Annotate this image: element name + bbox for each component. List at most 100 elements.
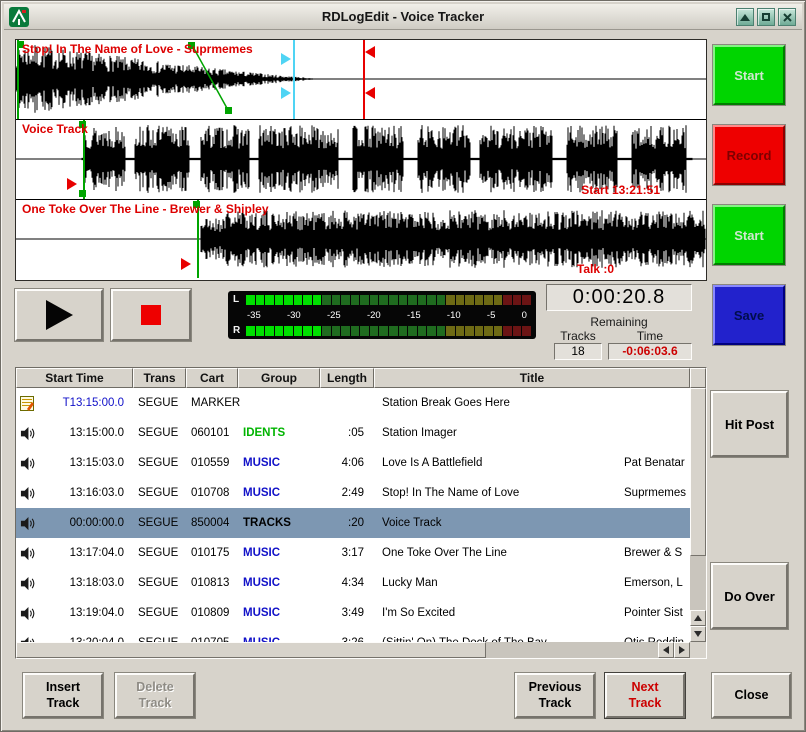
col-header-length[interactable]: Length — [320, 368, 374, 388]
cell-cart: MARKER — [186, 397, 238, 409]
cell-group: TRACKS — [238, 517, 320, 529]
segue-marker-icon[interactable] — [281, 53, 291, 65]
start-track1-button[interactable]: Start — [713, 45, 785, 105]
log-table-body: T13:15:00.0 SEGUE MARKER Station Break Goes… — [16, 388, 690, 642]
track-title: Voice Track — [22, 122, 88, 136]
vertical-scrollbar[interactable] — [690, 388, 706, 642]
speaker-icon — [19, 575, 35, 591]
next-track-button[interactable]: Next Track — [605, 673, 685, 718]
insert-track-button[interactable]: Insert Track — [23, 673, 103, 718]
scroll-left-button[interactable] — [658, 642, 674, 658]
stop-button[interactable] — [111, 289, 191, 341]
do-over-button[interactable]: Do Over — [711, 563, 788, 629]
record-button[interactable]: Record — [713, 125, 785, 185]
speaker-icon — [19, 635, 35, 642]
cell-title: Love Is A BattlefieldPat Benatar — [374, 448, 690, 478]
cell-group: MUSIC — [238, 547, 320, 559]
col-header-group[interactable]: Group — [238, 368, 320, 388]
cell-group: IDENTS — [238, 427, 320, 439]
start-track2-button[interactable]: Start — [713, 205, 785, 265]
time-remaining-value: -0:06:03.6 — [608, 343, 692, 360]
play-cursor-icon[interactable] — [181, 258, 191, 270]
hit-post-button[interactable]: Hit Post — [711, 391, 788, 457]
close-icon — [783, 13, 792, 22]
cell-length: :20 — [320, 517, 374, 529]
save-button[interactable]: Save — [713, 285, 785, 345]
track-title: Stop! In The Name of Love - Suprmemes — [22, 42, 253, 56]
vscroll-thumb[interactable] — [690, 388, 706, 556]
log-table-header: Start Time Trans Cart Group Length Title — [16, 368, 706, 388]
maximize-button[interactable] — [757, 8, 775, 26]
table-row[interactable]: 13:16:03.0SEGUE010708MUSIC2:49Stop! In T… — [16, 478, 690, 508]
cell-title: (Sittin' On) The Dock of The BayOtis Red… — [374, 628, 690, 642]
play-button[interactable] — [15, 289, 103, 341]
previous-track-button[interactable]: Previous Track — [515, 673, 595, 718]
cell-title-text: One Toke Over The Line — [382, 547, 507, 559]
rdlogedit-voice-tracker-window: RDLogEdit - Voice Tracker Stop! In The N… — [0, 0, 806, 732]
speaker-icon — [19, 605, 35, 621]
voicetrack-start-marker-handle[interactable] — [79, 190, 86, 197]
play-icon — [46, 300, 73, 330]
table-row[interactable]: 13:15:00.0SEGUE060101IDENTS:05Station Im… — [16, 418, 690, 448]
scroll-right-button[interactable] — [674, 642, 690, 658]
tracks-remaining-label: Tracks — [554, 329, 602, 343]
cell-trans: SEGUE — [133, 427, 186, 439]
cell-start-time: 13:17:04.0 — [16, 545, 133, 561]
cell-length: :05 — [320, 427, 374, 439]
cell-group: MUSIC — [238, 487, 320, 499]
scroll-up-button[interactable] — [690, 610, 706, 626]
cell-trans: SEGUE — [133, 547, 186, 559]
cell-trans: SEGUE — [133, 517, 186, 529]
fade-end-marker-handle[interactable] — [225, 107, 232, 114]
play-cursor-icon[interactable] — [67, 178, 77, 190]
col-header-start-time[interactable]: Start Time — [16, 368, 133, 388]
elapsed-time-display: 0:00:20.8 — [546, 284, 692, 311]
close-button[interactable]: Close — [712, 673, 791, 718]
col-header-title[interactable]: Title — [374, 368, 690, 388]
waveform-panel-1: Stop! In The Name of Love - Suprmemes — [16, 40, 706, 120]
cell-title: One Toke Over The Line Brewer & S — [374, 538, 690, 568]
cell-title: Station Break Goes Here — [374, 388, 690, 418]
cell-length: 3:17 — [320, 547, 374, 559]
cell-title: Lucky ManEmerson, L — [374, 568, 690, 598]
col-header-trans[interactable]: Trans — [133, 368, 186, 388]
cell-title-text: Love Is A Battlefield — [382, 457, 482, 469]
shade-button[interactable] — [736, 8, 754, 26]
cell-length: 4:34 — [320, 577, 374, 589]
table-row[interactable]: 13:20:04.0SEGUE010705MUSIC3:26(Sittin' O… — [16, 628, 690, 642]
table-row[interactable]: T13:15:00.0SEGUEMARKERStation Break Goes… — [16, 388, 690, 418]
start-time-annotation: Start 13:21:51 — [581, 183, 660, 197]
hscroll-thumb[interactable] — [16, 642, 486, 658]
segue-marker-icon[interactable] — [281, 87, 291, 99]
segue-point-line[interactable] — [293, 40, 295, 119]
col-header-cart[interactable]: Cart — [186, 368, 238, 388]
track-title: One Toke Over The Line - Brewer & Shiple… — [22, 202, 269, 216]
table-row[interactable]: 13:15:03.0SEGUE010559MUSIC4:06Love Is A … — [16, 448, 690, 478]
table-row[interactable]: 13:19:04.0SEGUE010809MUSIC3:49I'm So Exc… — [16, 598, 690, 628]
scroll-down-button[interactable] — [690, 626, 706, 642]
table-row[interactable]: 00:00:00.0SEGUE850004TRACKS:20Voice Trac… — [16, 508, 690, 538]
scrollbar-corner — [690, 642, 706, 658]
cell-artist-text: Brewer & S — [624, 547, 682, 559]
track-start-line[interactable] — [17, 40, 19, 119]
cell-cart: 060101 — [186, 427, 238, 439]
cell-start-time: 13:20:04.0 — [16, 635, 133, 642]
cell-title-text: Station Imager — [382, 427, 457, 439]
table-row[interactable]: 13:18:03.0SEGUE010813MUSIC4:34Lucky ManE… — [16, 568, 690, 598]
titlebar[interactable]: RDLogEdit - Voice Tracker — [4, 4, 802, 30]
close-window-button[interactable] — [778, 8, 796, 26]
cell-start-time: T13:15:00.0 — [16, 395, 133, 411]
cell-length: 4:06 — [320, 457, 374, 469]
table-row[interactable]: 13:17:04.0SEGUE010175MUSIC3:17One Toke O… — [16, 538, 690, 568]
horizontal-scrollbar[interactable] — [16, 642, 690, 658]
playhead-marker-icon[interactable] — [365, 87, 375, 99]
cell-group: MUSIC — [238, 457, 320, 469]
cell-start-time: 13:15:03.0 — [16, 455, 133, 471]
cell-length: 2:49 — [320, 487, 374, 499]
speaker-icon — [19, 545, 35, 561]
waveform-panel-3: One Toke Over The Line - Brewer & Shiple… — [16, 200, 706, 278]
delete-track-button[interactable]: Delete Track — [115, 673, 195, 718]
cell-title-text: Lucky Man — [382, 577, 438, 589]
playhead-marker-icon[interactable] — [365, 46, 375, 58]
maximize-icon — [762, 13, 770, 21]
